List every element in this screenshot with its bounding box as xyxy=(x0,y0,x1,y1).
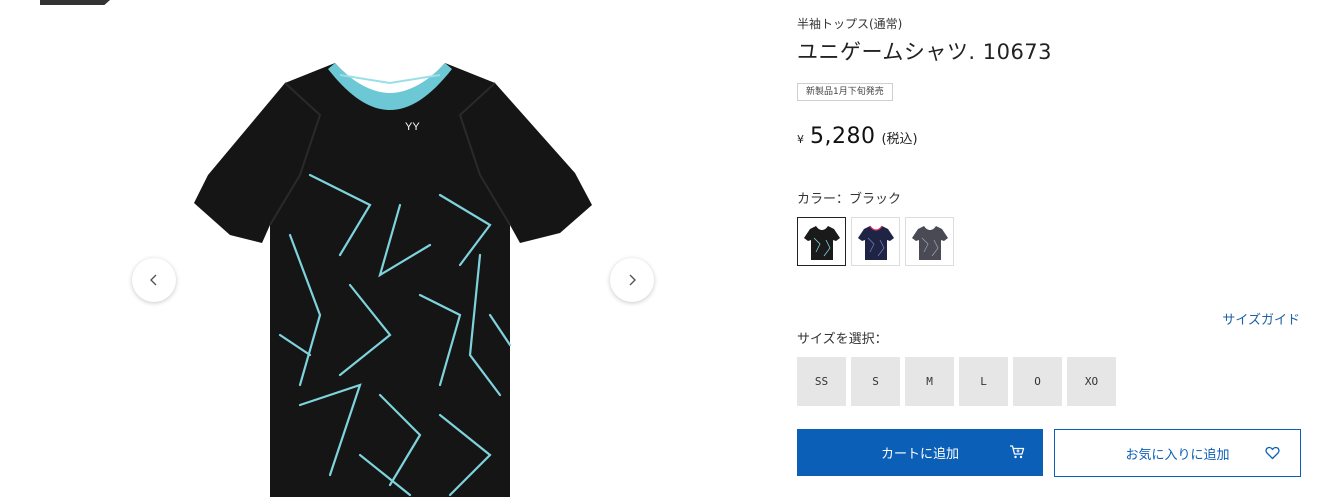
size-option-ss[interactable]: SS xyxy=(797,357,846,406)
size-guide-link[interactable]: サイズガイド xyxy=(1222,309,1300,328)
color-label: カラー：ブラック xyxy=(797,192,902,207)
product-info: 半袖トップス(通常) ユニゲームシャツ. 10673 新製品1月下旬発売 ¥ 5… xyxy=(797,0,1302,497)
size-option-l[interactable]: L xyxy=(959,357,1008,406)
size-option-s[interactable]: S xyxy=(851,357,900,406)
product-category: 半袖トップス(通常) xyxy=(797,17,903,31)
add-to-favorites-label: お気に入りに追加 xyxy=(1125,447,1230,463)
size-label: サイズを選択： xyxy=(797,332,888,347)
swatch-gray[interactable] xyxy=(905,217,954,266)
svg-text:YY: YY xyxy=(405,121,420,133)
size-option-o[interactable]: O xyxy=(1013,357,1062,406)
product-image: YY xyxy=(194,63,592,497)
swatch-navy[interactable] xyxy=(851,217,900,266)
price-currency: ¥ xyxy=(797,133,804,146)
product-title: ユニゲームシャツ. 10673 xyxy=(797,40,1053,64)
cart-icon xyxy=(1010,445,1025,459)
size-options: SS S M L O XO xyxy=(797,357,1116,406)
price-tax-note: (税込) xyxy=(881,132,918,147)
size-option-m[interactable]: M xyxy=(905,357,954,406)
gallery-next-button[interactable] xyxy=(610,258,654,302)
shirt-thumbnail-gray xyxy=(911,225,948,260)
heart-icon xyxy=(1265,446,1280,460)
size-option-xo[interactable]: XO xyxy=(1067,357,1116,406)
color-swatches xyxy=(797,217,954,266)
shirt-thumbnail-black xyxy=(803,225,840,260)
add-to-favorites-button[interactable]: お気に入りに追加 xyxy=(1054,429,1301,477)
chevron-left-icon xyxy=(150,274,157,286)
add-to-cart-button[interactable]: カートに追加 xyxy=(797,429,1043,476)
chevron-right-icon xyxy=(629,274,636,286)
product-page: YY 半袖トップス(通常) ユニゲームシャツ. 10673 新製品1月下旬発売 … xyxy=(0,0,1324,497)
shirt-thumbnail-navy xyxy=(857,225,894,260)
release-badge: 新製品1月下旬発売 xyxy=(797,83,893,101)
gallery-prev-button[interactable] xyxy=(132,258,176,302)
price: ¥ 5,280 (税込) xyxy=(797,124,918,149)
product-gallery: YY xyxy=(110,0,670,497)
add-to-cart-label: カートに追加 xyxy=(880,447,959,462)
top-tab-fragment xyxy=(40,0,110,5)
price-amount: 5,280 xyxy=(810,124,876,149)
swatch-black[interactable] xyxy=(797,217,846,266)
